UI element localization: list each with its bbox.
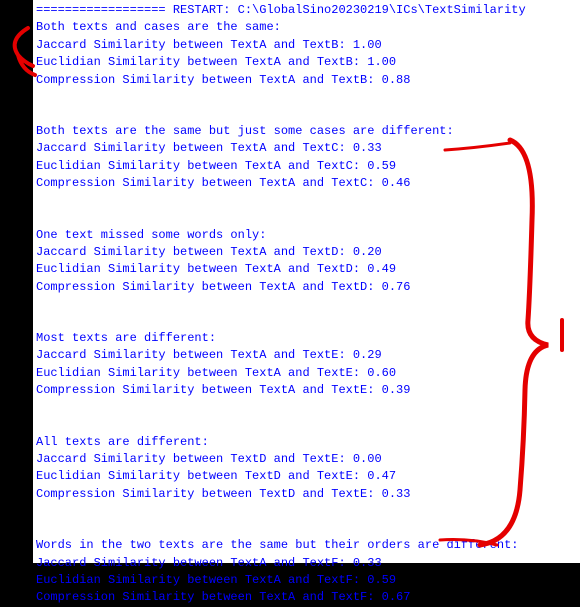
- output-line: Euclidian Similarity between TextA and T…: [36, 261, 577, 278]
- section-block: Both texts and cases are the same: Jacca…: [36, 19, 577, 89]
- section-block: All texts are different: Jaccard Similar…: [36, 434, 577, 504]
- output-line: Compression Similarity between TextA and…: [36, 279, 577, 296]
- section-header: All texts are different:: [36, 434, 577, 451]
- output-line: Jaccard Similarity between TextA and Tex…: [36, 140, 577, 157]
- output-line: Compression Similarity between TextA and…: [36, 382, 577, 399]
- output-line: Jaccard Similarity between TextA and Tex…: [36, 347, 577, 364]
- section-header: Words in the two texts are the same but …: [36, 537, 577, 554]
- output-line: Compression Similarity between TextA and…: [36, 175, 577, 192]
- section-block: Most texts are different: Jaccard Simila…: [36, 330, 577, 400]
- blank-gap: [36, 89, 577, 123]
- output-line: Compression Similarity between TextA and…: [36, 72, 577, 89]
- section-block: Both texts are the same but just some ca…: [36, 123, 577, 193]
- section-header: Most texts are different:: [36, 330, 577, 347]
- blank-gap: [36, 503, 577, 537]
- console-output: ================== RESTART: C:\GlobalSin…: [33, 0, 580, 563]
- output-line: Euclidian Similarity between TextD and T…: [36, 468, 577, 485]
- section-block: One text missed some words only: Jaccard…: [36, 227, 577, 297]
- section-header: Both texts are the same but just some ca…: [36, 123, 577, 140]
- output-line: Compression Similarity between TextA and…: [36, 589, 577, 606]
- output-line: Euclidian Similarity between TextA and T…: [36, 365, 577, 382]
- output-line: Compression Similarity between TextD and…: [36, 486, 577, 503]
- section-header: Both texts and cases are the same:: [36, 19, 577, 36]
- blank-gap: [36, 296, 577, 330]
- output-line: Euclidian Similarity between TextA and T…: [36, 54, 577, 71]
- output-line: Euclidian Similarity between TextA and T…: [36, 158, 577, 175]
- output-line: Jaccard Similarity between TextD and Tex…: [36, 451, 577, 468]
- output-line: Euclidian Similarity between TextA and T…: [36, 572, 577, 589]
- output-line: Jaccard Similarity between TextA and Tex…: [36, 244, 577, 261]
- section-block: Words in the two texts are the same but …: [36, 537, 577, 607]
- output-line: Jaccard Similarity between TextA and Tex…: [36, 37, 577, 54]
- output-line: Jaccard Similarity between TextA and Tex…: [36, 555, 577, 572]
- restart-line: ================== RESTART: C:\GlobalSin…: [36, 2, 577, 19]
- blank-gap: [36, 193, 577, 227]
- section-header: One text missed some words only:: [36, 227, 577, 244]
- blank-gap: [36, 400, 577, 434]
